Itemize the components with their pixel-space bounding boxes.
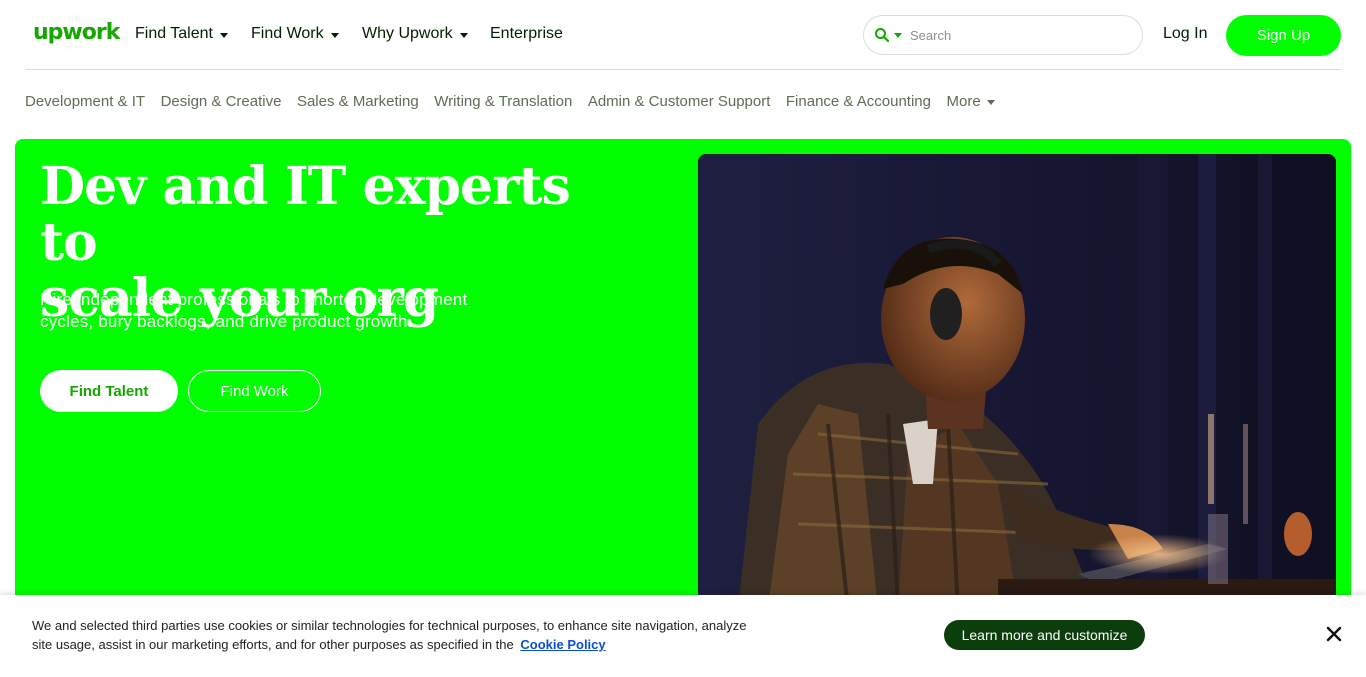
search-icon[interactable] [874, 27, 890, 43]
header-divider [25, 69, 1341, 70]
category-nav: Development & IT Design & Creative Sales… [25, 93, 1010, 110]
chevron-down-icon [459, 32, 468, 38]
nav-enterprise-label: Enterprise [490, 25, 563, 42]
nav-why-upwork[interactable]: Why Upwork [362, 25, 468, 43]
search-type-dropdown-icon[interactable] [894, 32, 902, 38]
nav-find-talent-label: Find Talent [135, 25, 213, 42]
cookie-text-line-1: We and selected third parties use cookie… [32, 618, 747, 633]
category-more[interactable]: More [946, 93, 995, 110]
signup-button[interactable]: Sign Up [1226, 15, 1341, 56]
category-admin-support[interactable]: Admin & Customer Support [588, 93, 771, 110]
learn-more-customize-button[interactable]: Learn more and customize [944, 620, 1145, 650]
developer-at-laptop-image [698, 154, 1336, 609]
category-sales-marketing[interactable]: Sales & Marketing [297, 93, 419, 110]
nav-enterprise[interactable]: Enterprise [490, 25, 563, 43]
chevron-down-icon [219, 32, 228, 38]
find-work-button[interactable]: Find Work [188, 370, 321, 412]
upwork-logo[interactable]: upwork [33, 20, 120, 45]
nav-find-talent[interactable]: Find Talent [135, 25, 228, 43]
hero-subtitle: Hire independent professionals to shorte… [40, 289, 520, 333]
chevron-down-icon [986, 100, 995, 105]
category-writing-translation[interactable]: Writing & Translation [434, 93, 572, 110]
nav-find-work-label: Find Work [251, 25, 324, 42]
close-icon[interactable] [1324, 624, 1344, 644]
category-design-creative[interactable]: Design & Creative [161, 93, 282, 110]
nav-find-work[interactable]: Find Work [251, 25, 339, 43]
hero-subtitle-line-2: cycles, bury backlogs, and drive product… [40, 312, 413, 331]
search-bar[interactable] [863, 15, 1143, 55]
cookie-text-line-2: site usage, assist in our marketing effo… [32, 637, 514, 652]
hero-photo [698, 154, 1336, 609]
cookie-banner: We and selected third parties use cookie… [0, 595, 1366, 677]
login-link[interactable]: Log In [1163, 25, 1207, 43]
hero-section: Dev and IT experts to scale your org Hir… [15, 139, 1351, 609]
top-navigation: upwork Find Talent Find Work Why Upwork … [0, 0, 1366, 70]
hero-subtitle-line-1: Hire independent professionals to shorte… [40, 290, 468, 309]
search-input[interactable] [910, 27, 1130, 43]
category-more-label: More [946, 93, 981, 110]
cookie-policy-link[interactable]: Cookie Policy [520, 637, 605, 652]
category-finance-accounting[interactable]: Finance & Accounting [786, 93, 931, 110]
chevron-down-icon [330, 32, 339, 38]
nav-why-upwork-label: Why Upwork [362, 25, 453, 42]
find-talent-button[interactable]: Find Talent [40, 370, 178, 412]
category-development-it[interactable]: Development & IT [25, 93, 145, 110]
cookie-text: We and selected third parties use cookie… [32, 616, 762, 654]
hero-title-line-1: Dev and IT experts to [40, 156, 571, 273]
